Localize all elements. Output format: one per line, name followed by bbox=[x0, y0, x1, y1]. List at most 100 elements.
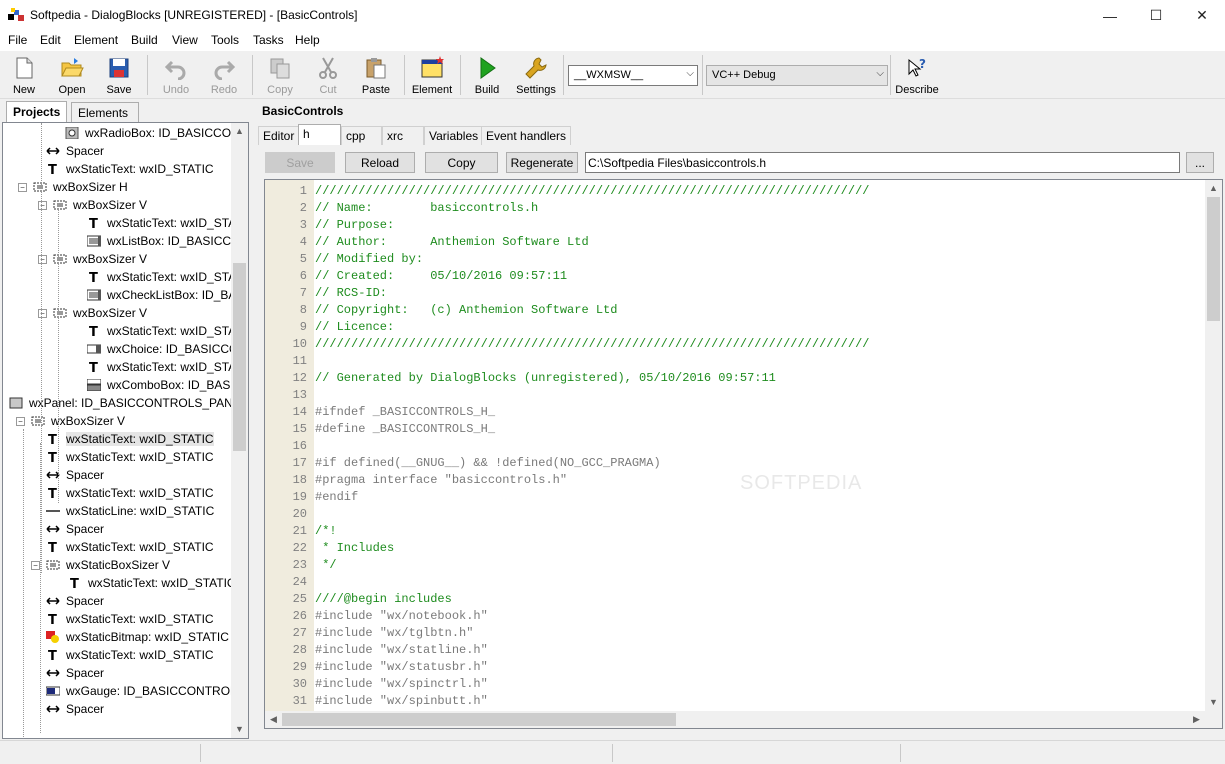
undo-button[interactable]: Undo bbox=[156, 53, 196, 97]
tree-item[interactable]: TwxStaticText: wxID_STATIC bbox=[3, 574, 236, 592]
file-path-field[interactable]: C:\Softpedia Files\basiccontrols.h bbox=[585, 152, 1180, 173]
scroll-up-icon[interactable]: ▲ bbox=[231, 123, 248, 140]
menu-tasks[interactable]: Tasks bbox=[253, 33, 284, 47]
open-folder-icon bbox=[61, 58, 84, 77]
paste-button[interactable]: Paste bbox=[356, 53, 396, 97]
collapse-toggle-icon[interactable]: − bbox=[38, 309, 47, 318]
scroll-down-icon[interactable]: ▼ bbox=[1205, 694, 1222, 711]
tab-projects[interactable]: Projects bbox=[6, 101, 68, 122]
scroll-left-icon[interactable]: ◀ bbox=[265, 711, 282, 728]
scroll-thumb[interactable] bbox=[282, 713, 676, 726]
tree-item[interactable]: − wxBoxSizer H bbox=[3, 178, 231, 196]
collapse-toggle-icon[interactable]: − bbox=[38, 201, 47, 210]
config-select[interactable]: VC++ Debug ⌵ bbox=[706, 65, 888, 86]
tree-item[interactable]: Spacer bbox=[3, 592, 231, 610]
tree-item[interactable]: wxListBox: ID_BASICCON bbox=[3, 232, 248, 250]
status-divider bbox=[900, 744, 901, 762]
menu-help[interactable]: Help bbox=[295, 33, 320, 47]
tree-item[interactable]: wxStaticBitmap: wxID_STATIC bbox=[3, 628, 231, 646]
tree-vertical-scrollbar[interactable]: ▲ ▼ bbox=[231, 123, 248, 738]
line-number: 21 bbox=[292, 524, 307, 538]
regenerate-button[interactable]: Regenerate bbox=[506, 152, 578, 173]
tree-item[interactable]: TwxStaticText: wxID_STATIC bbox=[3, 430, 231, 448]
describe-button[interactable]: ? Describe bbox=[894, 53, 940, 97]
tree-item[interactable]: − wxBoxSizer V bbox=[3, 196, 231, 214]
code-editor[interactable]: 1 2 3 4 5 6 7 8 9 10 11 12 13 14 15 16 17 18 19 20 21 22 23 24 2… bbox=[264, 179, 1223, 729]
tree-item[interactable]: wxRadioBox: ID_BASICCONT bbox=[3, 124, 247, 142]
tree-item[interactable]: − wxBoxSizer V bbox=[3, 304, 231, 322]
tree-item[interactable]: TwxStaticText: wxID_STAT bbox=[3, 214, 243, 232]
collapse-toggle-icon[interactable]: − bbox=[18, 183, 27, 192]
tree-item[interactable]: TwxStaticText: wxID_STATIC bbox=[3, 160, 231, 178]
tree-item[interactable]: − wxStaticBoxSizer V bbox=[3, 556, 231, 574]
code-horizontal-scrollbar[interactable]: ◀ ▶ bbox=[265, 711, 1205, 728]
tree-guide-line bbox=[23, 429, 24, 738]
tree-item[interactable]: TwxStaticText: wxID_STATIC bbox=[3, 646, 231, 664]
platform-select[interactable]: __WXMSW__ ⌵ bbox=[568, 65, 698, 86]
scroll-up-icon[interactable]: ▲ bbox=[1205, 180, 1222, 197]
tree-item[interactable]: TwxStaticText: wxID_STATIC bbox=[3, 448, 231, 466]
save-button[interactable]: Save bbox=[99, 53, 139, 97]
minimize-button[interactable]: — bbox=[1087, 0, 1133, 31]
code-line: #include "wx/spinbutt.h" bbox=[315, 694, 488, 708]
maximize-button[interactable]: ☐ bbox=[1133, 0, 1179, 31]
scroll-right-icon[interactable]: ▶ bbox=[1188, 711, 1205, 728]
tab-variables[interactable]: Variables bbox=[424, 126, 484, 145]
copy-code-button[interactable]: Copy bbox=[425, 152, 498, 173]
element-button[interactable]: Element bbox=[410, 53, 454, 97]
tree-item[interactable]: wxPanel: ID_BASICCONTROLS_PANEL1 bbox=[3, 394, 248, 412]
menu-edit[interactable]: Edit bbox=[40, 33, 61, 47]
tab-event-handlers[interactable]: Event handlers bbox=[481, 126, 572, 145]
tree-item[interactable]: wxStaticLine: wxID_STATIC bbox=[3, 502, 231, 520]
tree-item[interactable]: Spacer bbox=[3, 520, 231, 538]
tree-item[interactable]: Spacer bbox=[3, 466, 231, 484]
tree-item[interactable]: TwxStaticText: wxID_STATIC bbox=[3, 538, 231, 556]
tab-cpp[interactable]: cpp bbox=[341, 126, 382, 145]
tree-item[interactable]: TwxStaticText: wxID_STAT bbox=[3, 358, 243, 376]
open-button[interactable]: Open bbox=[52, 53, 92, 97]
menu-view[interactable]: View bbox=[172, 33, 198, 47]
tree-item[interactable]: wxGauge: ID_BASICCONTROLS_ bbox=[3, 682, 248, 700]
tree-item[interactable]: wxChoice: ID_BASICCON bbox=[3, 340, 247, 358]
copy-button[interactable]: Copy bbox=[260, 53, 300, 97]
settings-button[interactable]: Settings bbox=[513, 53, 559, 97]
tree-item[interactable]: wxComboBox: ID_BASIC bbox=[3, 376, 242, 394]
menu-build[interactable]: Build bbox=[131, 33, 158, 47]
line-number: 16 bbox=[292, 439, 307, 453]
redo-button[interactable]: Redo bbox=[204, 53, 244, 97]
browse-button[interactable]: ... bbox=[1186, 152, 1214, 173]
tree-item[interactable]: − wxBoxSizer V bbox=[3, 412, 231, 430]
tree-item[interactable]: TwxStaticText: wxID_STATIC bbox=[3, 610, 231, 628]
close-button[interactable]: ✕ bbox=[1179, 0, 1225, 31]
tab-editor[interactable]: Editor bbox=[258, 126, 300, 145]
tab-elements[interactable]: Elements bbox=[71, 102, 139, 122]
menu-tools[interactable]: Tools bbox=[211, 33, 239, 47]
scroll-thumb[interactable] bbox=[233, 263, 246, 451]
menu-file[interactable]: File bbox=[8, 33, 27, 47]
tree-item[interactable]: − wxBoxSizer V bbox=[3, 250, 231, 268]
tree-item[interactable]: Spacer bbox=[3, 142, 231, 160]
tab-h[interactable]: h bbox=[298, 124, 341, 145]
collapse-toggle-icon[interactable]: − bbox=[38, 255, 47, 264]
reload-button[interactable]: Reload bbox=[345, 152, 415, 173]
tree-item[interactable]: TwxStaticText: wxID_STAT bbox=[3, 322, 243, 340]
statictext-icon: T bbox=[48, 613, 57, 625]
code-vertical-scrollbar[interactable]: ▲ ▼ bbox=[1205, 180, 1222, 711]
tree-item[interactable]: wxCheckListBox: ID_BAS bbox=[3, 286, 244, 304]
build-button[interactable]: Build bbox=[467, 53, 507, 97]
scroll-thumb[interactable] bbox=[1207, 197, 1220, 321]
cut-button[interactable]: Cut bbox=[308, 53, 348, 97]
svg-text:T: T bbox=[48, 163, 57, 175]
save-code-button[interactable]: Save bbox=[265, 152, 335, 173]
tree-item[interactable]: TwxStaticText: wxID_STAT bbox=[3, 268, 243, 286]
collapse-toggle-icon[interactable]: − bbox=[31, 561, 40, 570]
menu-element[interactable]: Element bbox=[74, 33, 118, 47]
collapse-toggle-icon[interactable]: − bbox=[16, 417, 25, 426]
tree-item[interactable]: Spacer bbox=[3, 700, 231, 718]
new-button[interactable]: New bbox=[4, 53, 44, 97]
tab-xrc[interactable]: xrc bbox=[382, 126, 424, 145]
scroll-down-icon[interactable]: ▼ bbox=[231, 721, 248, 738]
tree-item[interactable]: TwxStaticText: wxID_STATIC bbox=[3, 484, 231, 502]
toolbar-separator bbox=[702, 55, 703, 95]
tree-item[interactable]: Spacer bbox=[3, 664, 231, 682]
